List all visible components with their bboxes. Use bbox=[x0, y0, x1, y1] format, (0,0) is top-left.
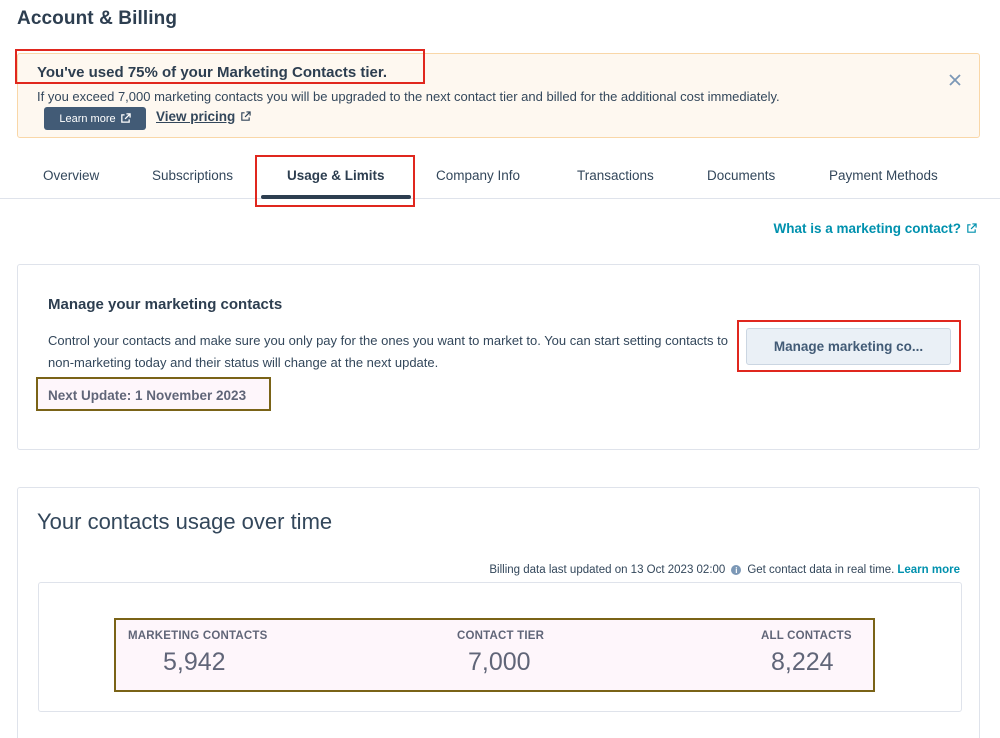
banner-body: If you exceed 7,000 marketing contacts y… bbox=[37, 89, 780, 104]
help-link-label: What is a marketing contact? bbox=[773, 221, 961, 236]
stat-value: 5,942 bbox=[128, 648, 267, 677]
tab-usage-limits[interactable]: Usage & Limits bbox=[287, 168, 385, 183]
stat-value: 7,000 bbox=[457, 648, 544, 677]
stat-value: 8,224 bbox=[761, 648, 852, 677]
realtime-text: Get contact data in real time. bbox=[747, 564, 894, 576]
stat-label: ALL CONTACTS bbox=[761, 630, 852, 642]
learn-more-label: Learn more bbox=[59, 113, 115, 125]
view-pricing-link[interactable]: View pricing bbox=[156, 109, 251, 124]
stat-all-contacts: ALL CONTACTS 8,224 bbox=[761, 630, 852, 677]
stat-marketing-contacts: MARKETING CONTACTS 5,942 bbox=[128, 630, 267, 677]
external-link-icon bbox=[120, 113, 131, 124]
billing-update-line: Billing data last updated on 13 Oct 2023… bbox=[489, 564, 960, 576]
view-pricing-label: View pricing bbox=[156, 109, 235, 124]
contact-stats-box: MARKETING CONTACTS 5,942 CONTACT TIER 7,… bbox=[38, 582, 962, 712]
next-update-date: Next Update: 1 November 2023 bbox=[48, 388, 246, 403]
tab-overview[interactable]: Overview bbox=[43, 168, 99, 183]
stat-label: MARKETING CONTACTS bbox=[128, 630, 267, 642]
external-link-icon bbox=[240, 111, 251, 122]
realtime-learn-more-link[interactable]: Learn more bbox=[897, 564, 960, 576]
usage-card-title: Your contacts usage over time bbox=[37, 509, 332, 535]
account-billing-page: Account & Billing You've used 75% of you… bbox=[0, 0, 1000, 738]
tab-payment-methods[interactable]: Payment Methods bbox=[829, 168, 938, 183]
external-link-icon bbox=[966, 223, 977, 234]
close-icon[interactable] bbox=[947, 72, 963, 88]
contacts-usage-card: Your contacts usage over time Billing da… bbox=[17, 487, 980, 738]
billing-tabs: Overview Subscriptions Usage & Limits Co… bbox=[0, 155, 1000, 199]
manage-card-description: Control your contacts and make sure you … bbox=[48, 330, 728, 374]
learn-more-button[interactable]: Learn more bbox=[44, 107, 146, 130]
tab-company-info[interactable]: Company Info bbox=[436, 168, 520, 183]
billing-updated-text: Billing data last updated on 13 Oct 2023… bbox=[489, 564, 725, 576]
info-icon[interactable]: i bbox=[731, 565, 741, 575]
stat-label: CONTACT TIER bbox=[457, 630, 544, 642]
manage-marketing-contacts-button[interactable]: Manage marketing co... bbox=[746, 328, 951, 365]
usage-warning-banner: You've used 75% of your Marketing Contac… bbox=[17, 53, 980, 138]
stat-contact-tier: CONTACT TIER 7,000 bbox=[457, 630, 544, 677]
banner-heading: You've used 75% of your Marketing Contac… bbox=[37, 64, 387, 81]
page-title: Account & Billing bbox=[17, 8, 177, 30]
marketing-contact-help-link[interactable]: What is a marketing contact? bbox=[773, 221, 977, 236]
tab-transactions[interactable]: Transactions bbox=[577, 168, 654, 183]
manage-contacts-card: Manage your marketing contacts Control y… bbox=[17, 264, 980, 450]
tab-documents[interactable]: Documents bbox=[707, 168, 775, 183]
tab-subscriptions[interactable]: Subscriptions bbox=[152, 168, 233, 183]
active-tab-indicator bbox=[261, 195, 411, 199]
manage-card-title: Manage your marketing contacts bbox=[48, 296, 282, 313]
